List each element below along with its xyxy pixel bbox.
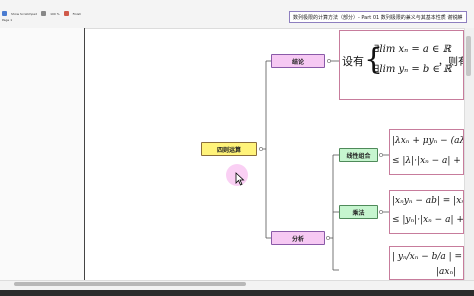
- quotient-line-2: |axₙ|: [436, 267, 457, 277]
- linear-line-2: ≤ |λ|·|xₙ − a| + |μ|·: [392, 156, 463, 166]
- formula-box-product: |xₙyₙ − ab| = |xₙyₙ ≤ |yₙ|·|xₙ − a| + |a…: [389, 190, 464, 234]
- node-product[interactable]: 乘法: [339, 205, 378, 219]
- node-conclusion[interactable]: 结论: [271, 54, 325, 68]
- root-node-arithmetic[interactable]: 四则运算: [201, 142, 257, 156]
- formula-box-conclusion: 设有 { ∃lim xₙ = a ∈ ℝ ∃lim yₙ = b ∈ ℝ ，则有: [339, 30, 464, 100]
- conclusion-lead: 设有: [342, 55, 364, 68]
- vertical-scroll-thumb[interactable]: [466, 36, 471, 76]
- mouse-pointer-icon: [235, 172, 245, 186]
- linear-line-1: |λxₙ + μyₙ − (aλ + μ: [392, 136, 464, 146]
- product-line-2: ≤ |yₙ|·|xₙ − a| + |a|: [392, 215, 464, 225]
- node-analysis[interactable]: 分析: [271, 231, 325, 245]
- formula-box-quotient: | yₙ/xₙ − b/a | = | (yₙa − b |axₙ|: [389, 246, 464, 280]
- formula-box-linear: |λxₙ + μyₙ − (aλ + μ ≤ |λ|·|xₙ − a| + |μ…: [389, 129, 464, 175]
- conclusion-tail: ，则有: [438, 57, 463, 68]
- bottom-strip: [0, 290, 474, 296]
- quotient-line-1: | yₙ/xₙ − b/a | = | (yₙa − b: [392, 252, 463, 262]
- horizontal-scroll-thumb[interactable]: [14, 282, 246, 286]
- node-linear-combination[interactable]: 线性组合: [339, 148, 378, 162]
- product-line-1: |xₙyₙ − ab| = |xₙyₙ: [392, 196, 463, 206]
